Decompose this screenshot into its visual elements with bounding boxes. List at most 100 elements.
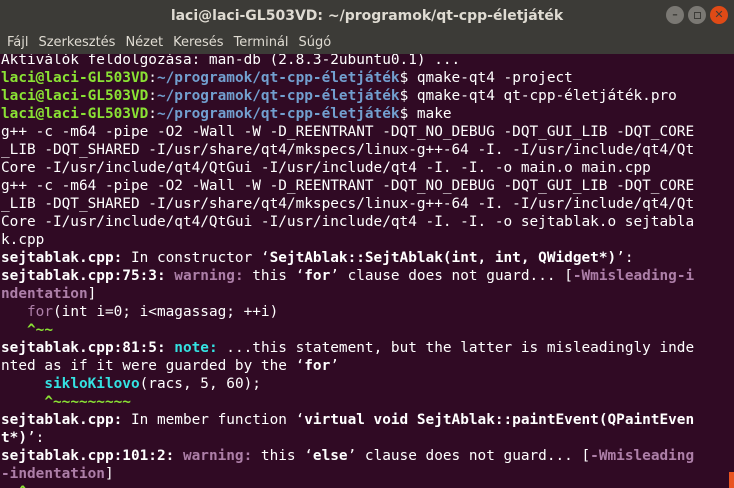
terminal-text-segment: ^~~~ — [1, 484, 53, 488]
terminal-text-segment: g++ -c -m64 -pipe -O2 -Wall -W -D_REENTR… — [1, 124, 695, 140]
terminal-line: sejtablak.cpp:101:2: warning: this ‘else… — [1, 447, 694, 465]
terminal-line: ^~~~ — [1, 483, 694, 488]
close-icon: ✕ — [714, 8, 724, 21]
terminal-text-segment: $ make — [399, 106, 452, 122]
terminal-text-segment: note: — [174, 340, 218, 356]
terminal-line: ^~~ — [1, 321, 694, 339]
terminal-text-segment: laci@laci-GL503VD — [1, 70, 149, 86]
terminal-text-segment: sejtablak.cpp:81:5: — [1, 340, 166, 356]
terminal-text-segment: (racs, 5, 60); — [139, 376, 261, 392]
close-button[interactable]: ✕ — [710, 6, 728, 24]
terminal-text-segment: : — [148, 88, 157, 104]
terminal-text-segment: this ‘ — [252, 448, 313, 464]
terminal-text-segment: g++ -c -m64 -pipe -O2 -Wall -W -D_REENTR… — [1, 178, 695, 194]
terminal-line: laci@laci-GL503VD:~/programok/qt-cpp-éle… — [1, 105, 694, 123]
menu-search[interactable]: Keresés — [168, 32, 228, 54]
terminal-text-segment: k.cpp — [1, 232, 45, 248]
terminal-text-segment: : — [148, 106, 157, 122]
terminal-line: sejtablak.cpp: In member function ‘virtu… — [1, 411, 694, 429]
terminal-line: sejtablak.cpp:75:3: warning: this ‘for’ … — [1, 267, 694, 285]
terminal-text-segment: t*) — [1, 430, 27, 446]
terminal-text-segment: sejtablak.cpp: — [1, 250, 123, 266]
terminal-output[interactable]: Aktiválók feldolgozása: man-db (2.8.3-2u… — [0, 54, 734, 488]
terminal-line: for(int i=0; i<magassag; ++i) — [1, 303, 694, 321]
terminal-text-segment: ^~~~~~~~~~ — [44, 394, 131, 410]
terminal-text-segment: for — [27, 304, 53, 320]
terminal-text-segment: warning: — [174, 268, 244, 284]
terminal-lines: Aktiválók feldolgozása: man-db (2.8.3-2u… — [1, 54, 694, 488]
terminal-text-segment: : — [148, 70, 157, 86]
terminal-text-segment: ...this statement, but the latter is mis… — [217, 340, 695, 356]
terminal-line: Aktiválók feldolgozása: man-db (2.8.3-2u… — [1, 54, 694, 69]
terminal-text-segment: ] — [87, 286, 97, 302]
terminal-line: ndentation] — [1, 285, 694, 303]
terminal-text-segment: Aktiválók feldolgozása: man-db (2.8.3-2u… — [1, 54, 461, 68]
terminal-text-segment: virtual void SejtAblak::paintEvent(QPain… — [304, 412, 695, 428]
terminal-text-segment: warning: — [182, 448, 253, 464]
terminal-line: Core -I/usr/include/qt4/QtGui -I/usr/inc… — [1, 213, 694, 231]
terminal-line: g++ -c -m64 -pipe -O2 -Wall -W -D_REENTR… — [1, 177, 694, 195]
terminal-text-segment: ~/programok/qt-cpp-életjáték — [156, 106, 400, 122]
menu-help[interactable]: Súgó — [294, 32, 337, 54]
terminal-text-segment: ’: — [27, 430, 45, 446]
terminal-text-segment: $ qmake-qt4 qt-cpp-életjáték.pro — [399, 88, 677, 104]
terminal-text-segment: _LIB -DQT_SHARED -I/usr/share/qt4/mkspec… — [1, 196, 695, 212]
terminal-text-segment: In member function ‘ — [122, 412, 305, 428]
terminal-line: g++ -c -m64 -pipe -O2 -Wall -W -D_REENTR… — [1, 123, 694, 141]
terminal-text-segment: laci@laci-GL503VD — [1, 106, 149, 122]
terminal-line: nted as if it were guarded by the ‘for’ — [1, 357, 694, 375]
terminal-text-segment: ’ — [330, 358, 339, 374]
terminal-line: t*)’: — [1, 429, 694, 447]
terminal-line: _LIB -DQT_SHARED -I/usr/share/qt4/mkspec… — [1, 141, 694, 159]
menu-file[interactable]: Fájl — [2, 32, 33, 54]
terminal-text-segment: ~/programok/qt-cpp-életjáték — [156, 70, 400, 86]
terminal-text-segment: sejtablak.cpp:101:2: — [1, 448, 175, 464]
title-bar: laci@laci-GL503VD: ~/programok/qt-cpp-él… — [0, 0, 734, 32]
terminal-line: laci@laci-GL503VD:~/programok/qt-cpp-éle… — [1, 87, 694, 105]
terminal-text-segment: this ‘ — [243, 268, 305, 284]
terminal-text-segment: ^~~ — [27, 322, 53, 338]
minimize-icon: – — [672, 8, 678, 21]
terminal-line: sikloKilovo(racs, 5, 60); — [1, 375, 694, 393]
terminal-text-segment: Core -I/usr/include/qt4/QtGui -I/usr/inc… — [1, 214, 695, 230]
terminal-text-segment: ’ clause does not guard... [ — [347, 448, 591, 464]
terminal-text-segment: -Wmisleading-i — [572, 268, 695, 284]
terminal-text-segment: ~/programok/qt-cpp-életjáték — [156, 88, 400, 104]
menu-terminal[interactable]: Terminál — [229, 32, 294, 54]
terminal-text-segment: for — [304, 358, 331, 374]
terminal-text-segment: SejtAblak::SejtAblak(int, int, QWidget*) — [269, 250, 617, 266]
terminal-text-segment: sejtablak.cpp: — [1, 412, 123, 428]
terminal-text-segment: (int i=0; i<magassag; ++i) — [53, 304, 279, 320]
menu-bar: Fájl Szerkesztés Nézet Keresés Terminál … — [0, 32, 734, 54]
window-title: laci@laci-GL503VD: ~/programok/qt-cpp-él… — [170, 8, 564, 24]
terminal-line: k.cpp — [1, 231, 694, 249]
terminal-text-segment: else — [312, 448, 348, 464]
terminal-text-segment: Core -I/usr/include/qt4/QtGui -I/usr/inc… — [1, 160, 651, 176]
terminal-text-segment: for — [304, 268, 331, 284]
terminal-line: ^~~~~~~~~~ — [1, 393, 694, 411]
terminal-text-segment: sejtablak.cpp:75:3: — [1, 268, 166, 284]
terminal-text-segment: nted as if it were guarded by the ‘ — [1, 358, 305, 374]
scrollbar[interactable] — [729, 472, 734, 488]
menu-view[interactable]: Nézet — [120, 32, 168, 54]
terminal-text-segment: ’: — [616, 250, 634, 266]
terminal-text-segment: ndentation — [1, 286, 88, 302]
menu-edit[interactable]: Szerkesztés — [33, 32, 120, 54]
terminal-line: sejtablak.cpp: In constructor ‘SejtAblak… — [1, 249, 694, 267]
terminal-text-segment: sikloKilovo — [44, 376, 140, 392]
terminal-line: sejtablak.cpp:81:5: note: ...this statem… — [1, 339, 694, 357]
terminal-line: Core -I/usr/include/qt4/QtGui -I/usr/inc… — [1, 159, 694, 177]
minimize-button[interactable]: – — [666, 6, 684, 24]
maximize-button[interactable] — [688, 6, 706, 24]
terminal-text-segment: _LIB -DQT_SHARED -I/usr/share/qt4/mkspec… — [1, 142, 695, 158]
terminal-line: -indentation] — [1, 465, 694, 483]
terminal-text-segment: -indentation — [1, 466, 105, 482]
terminal-text-segment: $ qmake-qt4 -project — [399, 70, 573, 86]
terminal-text-segment: ’ clause does not guard... [ — [330, 268, 573, 284]
terminal-text-segment: -Wmisleading — [590, 448, 695, 464]
